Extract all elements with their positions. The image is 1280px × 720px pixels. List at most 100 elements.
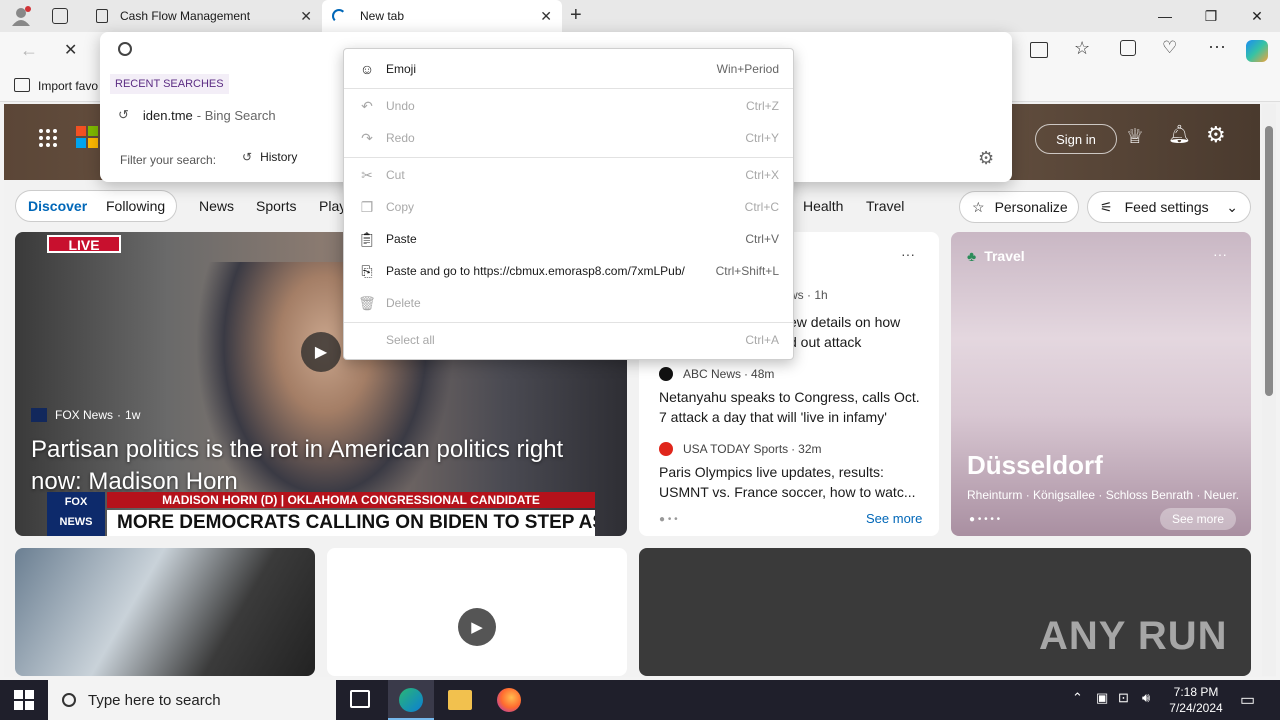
network-icon[interactable]: ⊡ <box>1118 690 1129 706</box>
task-view-icon[interactable] <box>350 690 370 708</box>
profile-icon[interactable] <box>10 6 32 26</box>
dropdown-settings-icon[interactable]: ⚙ <box>978 148 994 169</box>
stop-loading-icon[interactable]: ✕ <box>64 40 77 60</box>
menu-item-undo[interactable]: ↶ Undo Ctrl+Z <box>344 90 793 122</box>
menu-item-redo[interactable]: ↷ Redo Ctrl+Y <box>344 122 793 154</box>
menu-separator <box>344 157 793 158</box>
personalize-button[interactable]: ☆ Personalize <box>959 191 1079 223</box>
chevron-up-icon[interactable]: ⌃ <box>1072 690 1083 706</box>
news-item-headline[interactable]: d out attack <box>789 334 861 350</box>
banner-text: MADISON HORN (D) | OKLAHOMA CONGRESSIONA… <box>162 493 540 507</box>
tab-discover[interactable]: Discover <box>28 198 87 214</box>
file-explorer-icon[interactable] <box>448 690 472 710</box>
restore-icon[interactable]: ❐ <box>1188 0 1234 32</box>
news-item-meta: ws · 1h <box>789 288 828 302</box>
abc-news-logo <box>659 367 673 381</box>
personalize-label: Personalize <box>994 199 1068 215</box>
trash-icon: 🗑︎ <box>358 294 376 311</box>
edge-taskbar-icon[interactable] <box>388 680 434 720</box>
nav-news[interactable]: News <box>199 198 234 214</box>
windows-start-icon[interactable] <box>14 690 34 710</box>
extensions-icon[interactable]: ♡ <box>1162 38 1177 58</box>
see-more-link[interactable]: See more <box>866 511 922 526</box>
nav-travel[interactable]: Travel <box>866 198 904 214</box>
page-scrollbar[interactable] <box>1262 104 1276 676</box>
menu-separator <box>344 322 793 323</box>
nav-health[interactable]: Health <box>803 198 843 214</box>
back-icon[interactable]: ← <box>20 40 38 61</box>
firefox-icon[interactable] <box>497 688 521 712</box>
travel-card[interactable]: ♣ Travel ··· Düsseldorf Rheinturm · Köni… <box>951 232 1251 536</box>
notifications-icon[interactable]: 🔔︎ <box>1168 124 1191 145</box>
travel-places: Rheinturm · Königsallee · Schloss Benrat… <box>967 488 1239 502</box>
menu-item-paste[interactable]: 📋︎ Paste Ctrl+V <box>344 223 793 255</box>
travel-see-more-button[interactable]: See more <box>1160 508 1236 530</box>
news-item-headline[interactable]: ew details on how <box>789 314 900 330</box>
menu-item-delete[interactable]: 🗑︎ Delete <box>344 287 793 319</box>
sign-in-button[interactable]: Sign in <box>1035 124 1117 154</box>
story-age: 1w <box>125 408 141 422</box>
favorite-star-icon[interactable]: ☆ <box>1074 38 1090 59</box>
clock[interactable]: 7:18 PM 7/24/2024 <box>1164 684 1228 716</box>
window-close-icon[interactable]: ✕ <box>1234 0 1280 32</box>
settings-gear-icon[interactable]: ⚙ <box>1206 122 1226 148</box>
story-card-dark[interactable]: ANY RUN <box>639 548 1251 676</box>
scissors-icon: ✂ <box>361 166 373 183</box>
ticker-bar: MORE DEMOCRATS CALLING ON BIDEN TO STEP … <box>107 510 595 536</box>
more-options-icon[interactable]: ··· <box>1213 246 1227 262</box>
news-item[interactable]: USA TODAY Sports · 32m Paris Olympics li… <box>659 442 925 502</box>
menu-item-cut[interactable]: ✂ Cut Ctrl+X <box>344 159 793 191</box>
play-icon[interactable]: ▶ <box>301 332 341 372</box>
notification-center-icon[interactable]: ▭ <box>1240 690 1255 710</box>
filter-history-button[interactable]: ↺ History <box>242 150 297 164</box>
close-icon[interactable]: ✕ <box>300 8 312 25</box>
see-more-label: See more <box>1171 512 1225 526</box>
redo-icon: ↷ <box>361 129 373 146</box>
taskbar-search-box[interactable]: Type here to search <box>48 680 336 720</box>
story-source: FOX News <box>55 408 114 422</box>
more-icon[interactable]: ··· <box>1208 36 1226 57</box>
tab-actions-icon[interactable] <box>52 8 68 24</box>
menu-item-select-all[interactable]: Select all Ctrl+A <box>344 324 793 356</box>
import-favorites-link[interactable]: Import favo <box>38 79 98 93</box>
tab-new-tab[interactable]: New tab ✕ <box>322 0 562 32</box>
fox-news-logo <box>31 408 47 422</box>
split-screen-icon[interactable] <box>1030 42 1048 58</box>
tab-cash-flow[interactable]: Cash Flow Management ✕ <box>86 0 322 32</box>
pager-dots[interactable]: ● • • • • <box>969 514 1000 525</box>
news-source: ABC News <box>683 367 742 381</box>
pager-dots[interactable]: ● • • <box>659 514 678 525</box>
recent-search-item[interactable]: ↺ iden.tme - Bing Search <box>100 102 360 128</box>
feed-settings-button[interactable]: ⚟ Feed settings ⌄ <box>1087 191 1251 223</box>
nav-sports[interactable]: Sports <box>256 198 296 214</box>
taskbar-search-placeholder: Type here to search <box>88 691 221 709</box>
close-icon[interactable]: ✕ <box>540 8 552 25</box>
scrollbar-thumb[interactable] <box>1265 126 1273 396</box>
news-age: 32m <box>798 442 822 456</box>
menu-item-paste-and-go[interactable]: ⎘ Paste and go to https://cbmux.emorasp8… <box>344 255 793 287</box>
volume-icon[interactable]: 🔊︎ <box>1142 690 1150 706</box>
collections-icon[interactable] <box>1120 40 1136 56</box>
news-item[interactable]: ABC News · 48m Netanyahu speaks to Congr… <box>659 367 925 427</box>
meet-now-icon[interactable]: ▣ <box>1096 690 1108 706</box>
rewards-icon[interactable]: ♕ <box>1126 124 1144 149</box>
address-input[interactable] <box>144 38 344 64</box>
minimize-icon[interactable]: — <box>1142 0 1188 32</box>
story-card-image[interactable] <box>15 548 315 676</box>
microsoft-logo <box>76 126 98 148</box>
tab-following[interactable]: Following <box>106 198 165 214</box>
filter-history-label: History <box>260 150 298 164</box>
copilot-icon[interactable] <box>1246 40 1268 62</box>
travel-city: Düsseldorf <box>967 450 1103 480</box>
more-options-icon[interactable]: ··· <box>901 246 915 262</box>
menu-item-emoji[interactable]: ☺ Emoji Win+Period <box>344 53 793 85</box>
clipboard-icon: 📋︎ <box>358 230 376 247</box>
apps-grid-icon[interactable] <box>38 128 58 148</box>
news-source: USA TODAY Sports <box>683 442 789 456</box>
new-tab-icon[interactable]: + <box>570 4 582 27</box>
play-icon[interactable]: ▶ <box>458 608 496 646</box>
menu-item-copy[interactable]: ❐ Copy Ctrl+C <box>344 191 793 223</box>
story-card-video[interactable]: ▶ <box>327 548 627 676</box>
source-row: FOX News · 1w <box>31 408 140 422</box>
story-headline[interactable]: Partisan politics is the rot in American… <box>31 434 611 498</box>
